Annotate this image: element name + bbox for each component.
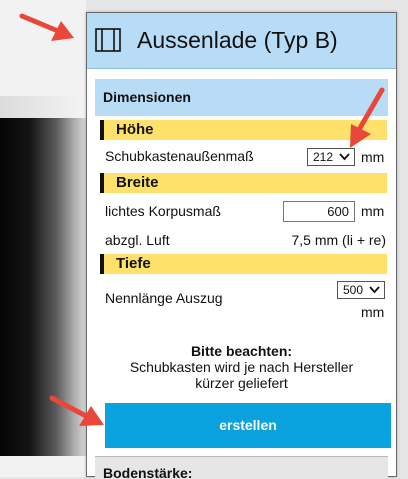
notice-heading: Bitte beachten: xyxy=(190,343,293,359)
section-title: Dimensionen xyxy=(103,89,191,105)
hoehe-label: Schubkastenaußenmaß xyxy=(105,148,254,164)
chevron-down-icon xyxy=(339,153,350,161)
section-bodenstaerke[interactable]: Bodenstärke: xyxy=(95,456,388,479)
subheading-tiefe: Tiefe xyxy=(100,254,387,274)
breite-unit: mm xyxy=(361,203,385,219)
breite-label: lichtes Korpusmaß xyxy=(105,203,221,219)
subheading-label: Höhe xyxy=(116,121,154,138)
arrow-annotation-icon xyxy=(19,13,74,41)
tiefe-unit: mm xyxy=(361,304,385,320)
notice-line-1: Schubkasten wird je nach Hersteller xyxy=(129,359,354,375)
auszug-select[interactable]: 500 xyxy=(337,281,385,299)
hoehe-select-value: 212 xyxy=(313,150,334,164)
auszug-select-value: 500 xyxy=(343,283,364,297)
tiefe-label: Nennlänge Auszug xyxy=(105,290,223,306)
chevron-down-icon xyxy=(369,286,380,294)
subheading-label: Breite xyxy=(116,174,159,191)
subheading-label: Tiefe xyxy=(116,255,151,272)
luft-value: 7,5 mm (li + re) xyxy=(291,232,386,248)
arrow-annotation-icon xyxy=(49,395,104,426)
panel-header: Aussenlade (Typ B) xyxy=(87,13,396,69)
notice-line-2: kürzer geliefert xyxy=(195,375,288,391)
luft-label: abzgl. Luft xyxy=(105,232,170,248)
create-button[interactable]: erstellen xyxy=(105,403,391,448)
subheading-breite: Breite xyxy=(100,173,387,193)
drawer-icon xyxy=(95,28,121,52)
panel-title: Aussenlade (Typ B) xyxy=(137,27,338,53)
korpusmass-input[interactable] xyxy=(283,201,355,222)
notice: Bitte beachten: Schubkasten wird je nach… xyxy=(95,343,388,391)
drawer-config-panel: Aussenlade (Typ B) Dimensionen Höhe Schu… xyxy=(86,12,397,479)
arrow-annotation-icon xyxy=(350,87,385,148)
